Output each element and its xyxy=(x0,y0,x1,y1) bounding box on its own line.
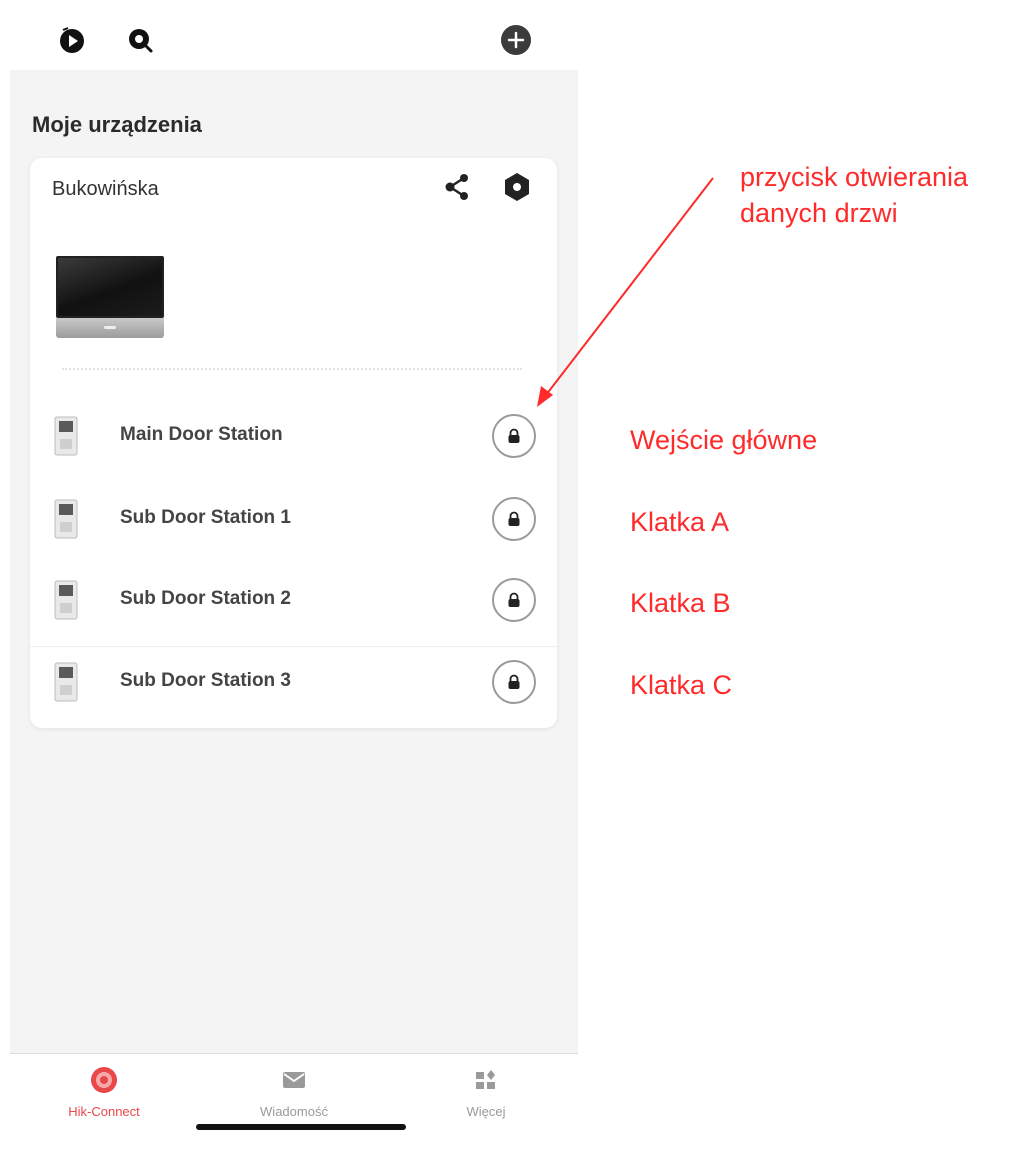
nav-label: Hik-Connect xyxy=(68,1104,140,1119)
nav-label: Wiadomość xyxy=(260,1104,328,1119)
unlock-button[interactable] xyxy=(492,578,536,622)
monitor-base xyxy=(56,318,164,338)
door-name: Sub Door Station 3 xyxy=(120,670,291,691)
grid-icon xyxy=(476,1070,495,1089)
door-row[interactable]: Sub Door Station 3 xyxy=(30,647,557,717)
top-bar xyxy=(10,0,578,70)
door-station-icon xyxy=(54,662,78,702)
door-station-icon xyxy=(54,499,78,539)
device-name: Bukowińska xyxy=(52,178,159,200)
hik-connect-icon xyxy=(91,1067,117,1093)
door-name: Main Door Station xyxy=(120,424,283,445)
share-icon[interactable] xyxy=(440,170,474,204)
unlock-note-line-2: danych drzwi xyxy=(740,198,898,228)
nav-hik-connect[interactable]: Hik-Connect xyxy=(34,1066,174,1136)
door-label-a: Klatka A xyxy=(630,507,730,537)
nav-label: Więcej xyxy=(466,1104,506,1119)
device-card: Bukowińska Main Door Station Sub Door St… xyxy=(30,158,557,728)
divider xyxy=(62,368,522,370)
settings-icon[interactable] xyxy=(500,170,534,204)
door-label-c: Klatka C xyxy=(630,670,733,700)
monitor-screen xyxy=(56,256,164,318)
door-name: Sub Door Station 2 xyxy=(120,588,291,609)
door-station-icon xyxy=(54,580,78,620)
lock-icon xyxy=(508,592,520,607)
search-icon[interactable] xyxy=(122,22,158,58)
lock-icon xyxy=(508,428,520,443)
door-name: Sub Door Station 1 xyxy=(120,507,291,528)
lock-icon xyxy=(508,674,520,689)
door-row[interactable]: Sub Door Station 2 xyxy=(30,565,557,635)
door-row[interactable]: Sub Door Station 1 xyxy=(30,484,557,554)
door-label-b: Klatka B xyxy=(630,588,731,618)
phone-screen: Moje urządzenia Bukowińska Main Door Sta… xyxy=(10,0,578,1163)
envelope-icon xyxy=(283,1072,305,1088)
unlock-button[interactable] xyxy=(492,414,536,458)
door-label-main: Wejście główne xyxy=(630,425,818,455)
indoor-monitor-image[interactable] xyxy=(56,256,164,340)
unlock-note-line-1: przycisk otwierania xyxy=(740,162,969,192)
add-device-icon[interactable] xyxy=(498,22,534,58)
bottom-nav: Hik-Connect Wiadomość Więcej xyxy=(10,1053,578,1163)
door-station-icon xyxy=(54,416,78,456)
home-indicator xyxy=(196,1124,406,1130)
unlock-button[interactable] xyxy=(492,497,536,541)
section-title: Moje urządzenia xyxy=(32,112,202,137)
unlock-button[interactable] xyxy=(492,660,536,704)
door-row[interactable]: Main Door Station xyxy=(30,401,557,471)
playback-icon[interactable] xyxy=(54,22,90,58)
nav-more[interactable]: Więcej xyxy=(416,1066,556,1136)
lock-icon xyxy=(508,511,520,526)
